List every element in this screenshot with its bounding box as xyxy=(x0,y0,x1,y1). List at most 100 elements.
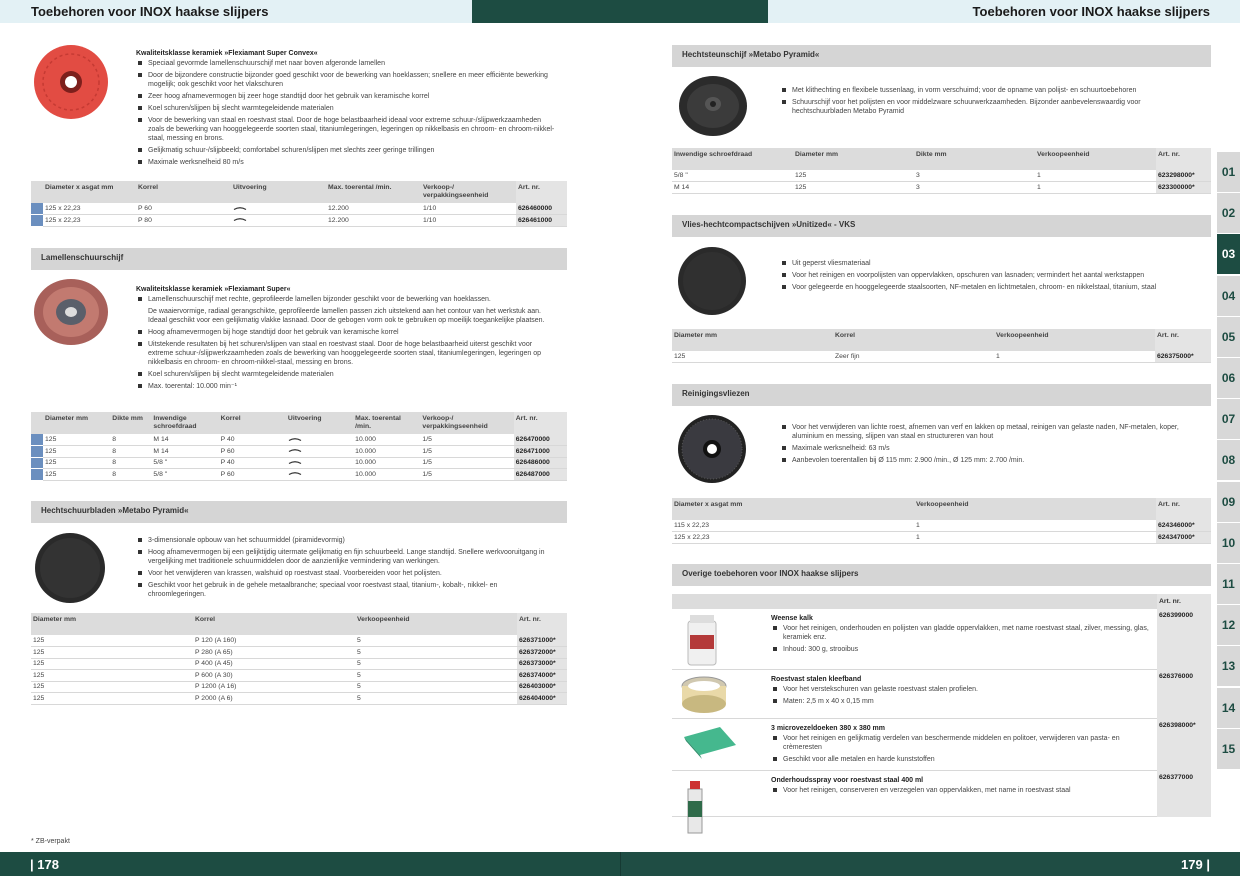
column-header: Korrel xyxy=(218,412,286,434)
feature-item: Voor het reinigen en voorpolijsten van o… xyxy=(780,271,1200,280)
table-row: 125 x 22,23 P 80 12.200 1/10 626461000 xyxy=(31,214,567,227)
table-cell: 125 xyxy=(793,170,914,182)
table-cell: 5/8 " xyxy=(151,457,219,469)
art-nr: 626399000 xyxy=(1157,609,1211,670)
table-cell: 5 xyxy=(355,658,517,670)
chapter-tab-09[interactable]: 09 xyxy=(1217,481,1240,522)
table-cell: 623298000* xyxy=(1156,170,1211,182)
column-header: Art. nr. xyxy=(517,613,567,635)
chapter-tab-12[interactable]: 12 xyxy=(1217,605,1240,646)
table-cell: 10.000 xyxy=(353,468,421,481)
table-cell: 5 xyxy=(355,669,517,682)
table-header-row: Inwendige schroefdraad Diameter mm Dikte m… xyxy=(672,148,1211,170)
table-cell: Zeer fijn xyxy=(833,351,994,363)
table-cell: 626471000 xyxy=(513,445,567,458)
table-cell: 626374000* xyxy=(517,669,567,682)
feature-item: Voor het reinigen, onderhouden en polijs… xyxy=(771,624,1151,642)
chapter-tab-10[interactable]: 10 xyxy=(1217,522,1240,563)
feature-item: Geschikt voor alle metalen en harde kuns… xyxy=(771,755,1151,764)
product-description-fleece: Voor het verwijderen van lichte roest, a… xyxy=(780,423,1200,468)
table-row: 125 8 5/8 " P 40 10.000 1/5 626486000 xyxy=(31,457,567,469)
product-title: Kwaliteitsklasse keramiek »Flexiamant Su… xyxy=(136,286,291,293)
table-cell: 5 xyxy=(355,692,517,705)
column-header: Dikte mm xyxy=(914,148,1035,170)
table-cell: 8 xyxy=(110,434,152,446)
feature-item: Lamellenschuurschijf met rechte, geprofi… xyxy=(136,295,556,304)
feature-item: Met klithechting en flexibele tussenlaag… xyxy=(780,86,1200,95)
chapter-tab-06[interactable]: 06 xyxy=(1217,358,1240,398)
table-row: 125 P 1200 (A 16) 5 626403000* xyxy=(31,681,567,693)
chapter-tab-08[interactable]: 08 xyxy=(1217,440,1240,481)
chapter-tab-13[interactable]: 13 xyxy=(1217,646,1240,687)
column-header: Diameter mm xyxy=(31,613,193,635)
feature-list: Lamellenschuurschijf met rechte, geprofi… xyxy=(136,295,556,391)
table-cell: 626486000 xyxy=(513,457,567,469)
accessory-title: Roestvast stalen kleefband xyxy=(771,676,862,683)
table-header-row: Diameter mm Korrel Verkoopeenheid Art. nr. xyxy=(672,329,1211,351)
header-band-center xyxy=(472,0,768,23)
product-table-pyramid: Diameter mm Korrel Verkoopeenheid Art. nr. … xyxy=(31,613,567,705)
table-cell: 125 xyxy=(31,635,193,647)
chapter-tab-05[interactable]: 05 xyxy=(1217,316,1240,357)
table-cell: 125 x 22,23 xyxy=(43,203,136,215)
table-cell: 5 xyxy=(355,681,517,693)
accessory-image xyxy=(680,613,724,672)
accessory-title: Weense kalk xyxy=(771,615,813,622)
art-nr-header: Art. nr. xyxy=(1157,594,1211,609)
section-title: Vlies-hechtcompactschijven »Unitized« - … xyxy=(682,220,856,229)
chapter-tab-15[interactable]: 15 xyxy=(1217,728,1240,769)
table-header-row: Diameter x asgat mm Verkoopeenheid Art. nr… xyxy=(672,498,1211,520)
product-description-unitized: Uit geperst vliesmateriaal Voor het reini… xyxy=(780,259,1200,295)
table-cell: 8 xyxy=(110,445,152,458)
table-row: 125 8 M 14 P 40 10.000 1/5 626470000 xyxy=(31,434,567,446)
product-description-convex: Kwaliteitsklasse keramiek »Flexiamant Su… xyxy=(136,49,556,170)
chapter-tab-11[interactable]: 11 xyxy=(1217,564,1240,604)
table-row: 125 x 22,23 1 624347000* xyxy=(672,531,1211,544)
column-header: Korrel xyxy=(833,329,994,351)
feature-list: Voor het reinigen, conserveren en verzeg… xyxy=(771,786,1151,795)
page-number-right: 179 | xyxy=(1181,857,1210,872)
feature-item: Voor gelegeerde en hooggelegeerde staals… xyxy=(780,283,1200,292)
section-bar-hechtschuurbladen: Hechtschuurbladen »Metabo Pyramid« xyxy=(31,501,567,523)
chapter-tab-04[interactable]: 04 xyxy=(1217,275,1240,316)
feature-item: Inhoud: 300 g, strooibus xyxy=(771,645,1151,654)
section-title: Hechtsteunschijf »Metabo Pyramid« xyxy=(682,50,820,59)
chapter-tab-14[interactable]: 14 xyxy=(1217,687,1240,728)
feature-item: Koel schuren/slijpen bij slecht warmtege… xyxy=(136,104,556,113)
accessory-image xyxy=(680,775,710,840)
flap-disc-convex-image xyxy=(34,45,108,119)
table-cell: 115 x 22,23 xyxy=(672,520,914,532)
table-row: 125 Zeer fijn 1 626375000* xyxy=(672,351,1211,363)
table-cell: M 14 xyxy=(672,181,793,194)
column-header: Verkoop-/ verpakkingseenheid xyxy=(421,181,516,203)
table-cell: 1/10 xyxy=(421,214,516,227)
chapter-tab-03[interactable]: 03 xyxy=(1217,234,1240,275)
chapter-tab-07[interactable]: 07 xyxy=(1217,399,1240,440)
table-cell: P 80 xyxy=(136,214,231,227)
feature-item: Voor het verstekschuren van gelaste roes… xyxy=(771,685,1151,694)
column-header: Diameter mm xyxy=(672,329,833,351)
feature-item: Geschikt voor het gebruik in de gehele m… xyxy=(136,581,556,599)
uitvoering-icon xyxy=(231,203,326,215)
marker-header xyxy=(31,181,43,203)
chapter-tab-02[interactable]: 02 xyxy=(1217,193,1240,234)
table-cell: 626487000 xyxy=(513,468,567,481)
chapter-tab-01[interactable]: 01 xyxy=(1217,152,1240,192)
feature-list: 3-dimensionale opbouw van het schuurmidd… xyxy=(136,536,556,599)
section-bar-hechtsteunschijf: Hechtsteunschijf »Metabo Pyramid« xyxy=(672,45,1211,67)
table-row: 5/8 " 125 3 1 623298000* xyxy=(672,170,1211,182)
product-table-backing-pad: Inwendige schroefdraad Diameter mm Dikte m… xyxy=(672,148,1211,194)
table-cell: P 120 (A 160) xyxy=(193,635,355,647)
table-cell: P 280 (A 65) xyxy=(193,646,355,659)
column-header: Uitvoering xyxy=(231,181,326,203)
table-cell: P 400 (A 45) xyxy=(193,658,355,670)
column-header: Max. toerental /min. xyxy=(353,412,421,434)
feature-item: Gelijkmatig schuur-/slijpbeeld; comforta… xyxy=(136,146,556,155)
art-nr: 626376000 xyxy=(1157,670,1211,719)
column-header: Art. nr. xyxy=(1156,498,1211,520)
feature-list: Voor het reinigen en gelijkmatig verdele… xyxy=(771,734,1151,764)
column-header: Verkoopeenheid xyxy=(355,613,517,635)
table-cell: 5 xyxy=(355,635,517,647)
table-cell: 1/5 xyxy=(420,445,514,458)
accessory-title: 3 microvezeldoeken 380 x 380 mm xyxy=(771,725,886,732)
